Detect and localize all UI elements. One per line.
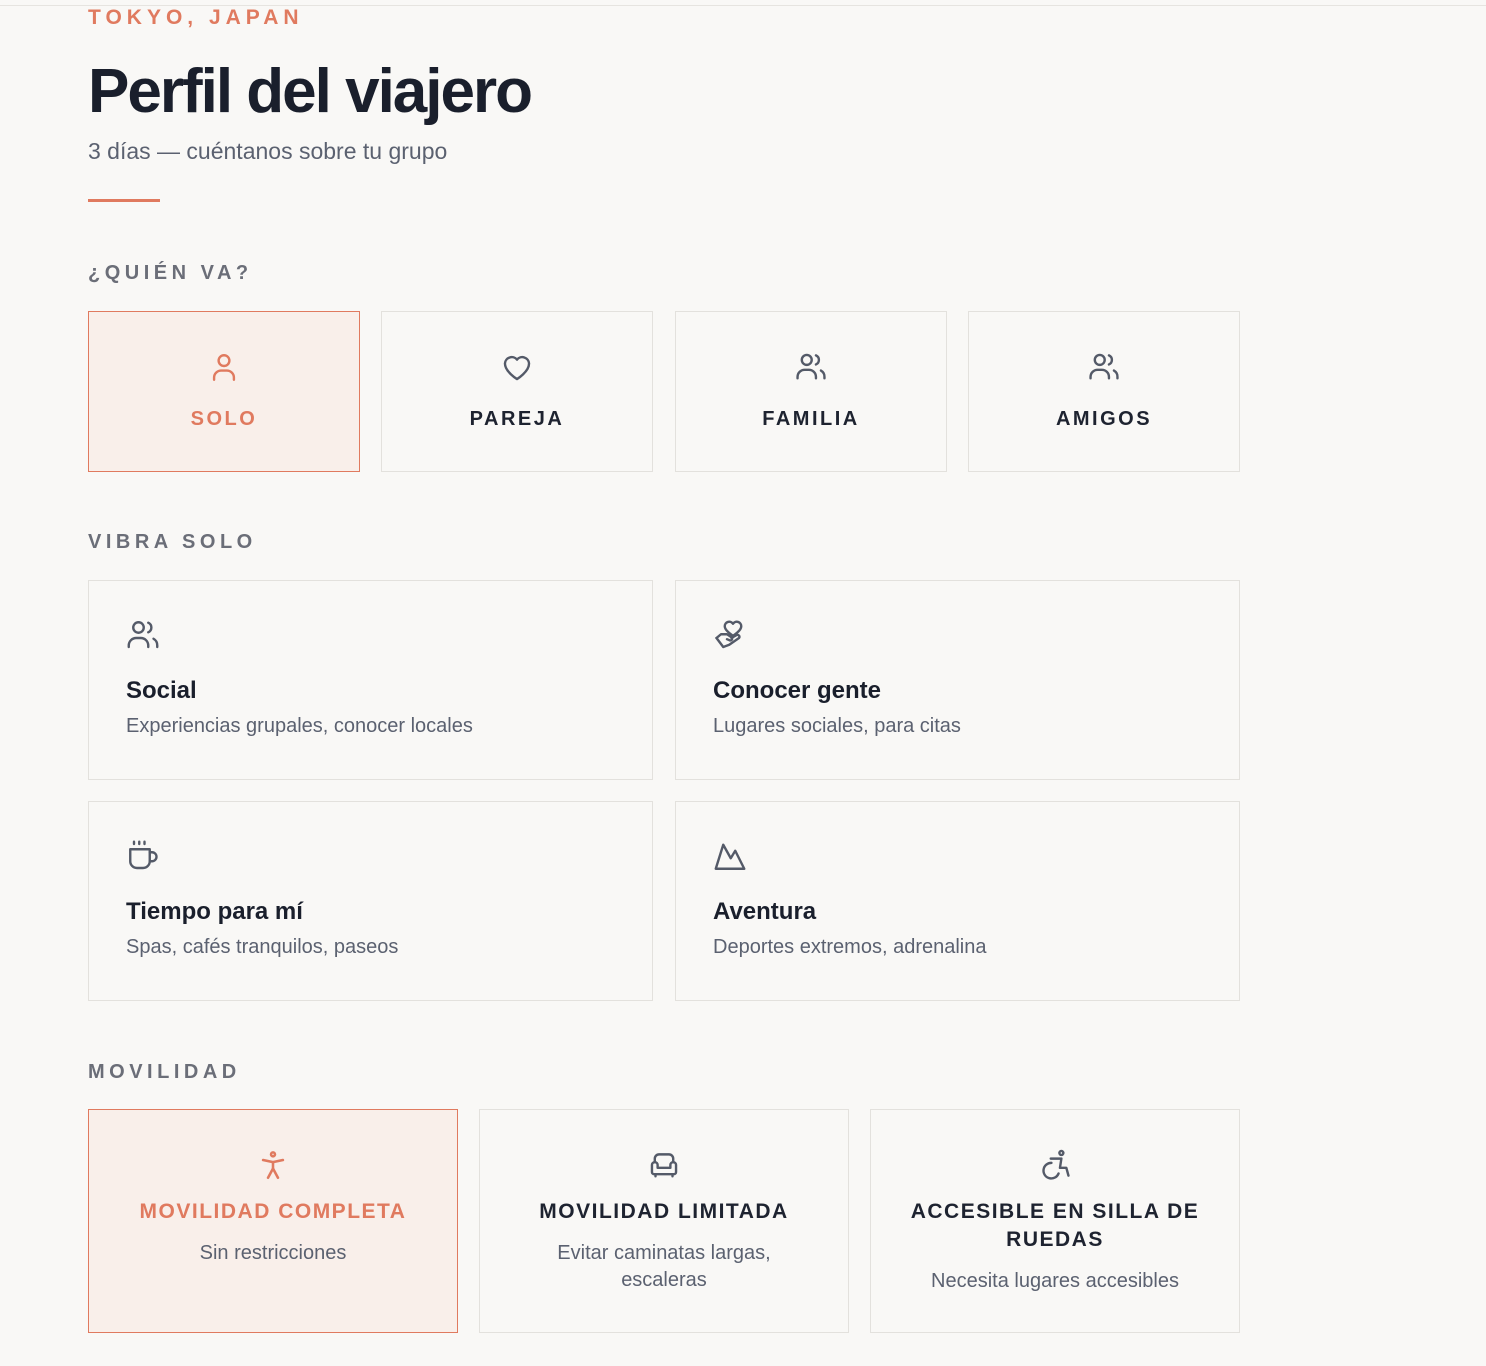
who-option-label: PAREJA bbox=[469, 408, 565, 430]
vibe-option-aventura[interactable]: Aventura Deportes extremos, adrenalina bbox=[675, 801, 1240, 1001]
mobility-option-completa[interactable]: MOVILIDAD COMPLETA Sin restricciones bbox=[88, 1109, 458, 1333]
who-option-pareja[interactable]: PAREJA bbox=[381, 311, 653, 472]
vibe-option-title: Tiempo para mí bbox=[126, 898, 303, 925]
mobility-option-title: ACCESIBLE EN SILLA DE RUEDAS bbox=[910, 1200, 1200, 1251]
section-label-vibe: VIBRA SOLO bbox=[88, 531, 257, 553]
accent-divider bbox=[88, 199, 160, 202]
vibe-option-conocer-gente[interactable]: Conocer gente Lugares sociales, para cit… bbox=[675, 580, 1240, 780]
mobility-option-title: MOVILIDAD COMPLETA bbox=[139, 1200, 407, 1223]
vibe-option-tiempo-para-mi[interactable]: Tiempo para mí Spas, cafés tranquilos, p… bbox=[88, 801, 653, 1001]
wheelchair-icon bbox=[1038, 1148, 1072, 1182]
users-icon bbox=[125, 617, 161, 653]
armchair-icon bbox=[647, 1148, 681, 1182]
who-option-label: SOLO bbox=[190, 408, 258, 430]
who-option-label: FAMILIA bbox=[762, 408, 860, 430]
who-option-solo[interactable]: SOLO bbox=[88, 311, 360, 472]
destination-label: TOKYO, JAPAN bbox=[88, 6, 304, 29]
heart-icon bbox=[500, 350, 534, 384]
mobility-option-description: Sin restricciones bbox=[199, 1242, 347, 1264]
coffee-icon bbox=[125, 838, 161, 874]
section-label-who: ¿QUIÉN VA? bbox=[88, 262, 253, 284]
section-label-mobility: MOVILIDAD bbox=[88, 1061, 241, 1083]
users-icon bbox=[794, 350, 828, 384]
who-option-familia[interactable]: FAMILIA bbox=[675, 311, 947, 472]
vibe-option-social[interactable]: Social Experiencias grupales, conocer lo… bbox=[88, 580, 653, 780]
user-icon bbox=[207, 350, 241, 384]
vibe-option-description: Lugares sociales, para citas bbox=[713, 715, 961, 737]
vibe-option-title: Aventura bbox=[713, 898, 817, 925]
page-subtitle: 3 días — cuéntanos sobre tu grupo bbox=[88, 138, 448, 164]
who-option-label: AMIGOS bbox=[1055, 408, 1153, 430]
vibe-option-description: Experiencias grupales, conocer locales bbox=[126, 715, 473, 737]
mountain-icon bbox=[712, 838, 748, 874]
users-icon bbox=[1087, 350, 1121, 384]
vibe-option-description: Deportes extremos, adrenalina bbox=[713, 936, 987, 958]
vibe-option-title: Conocer gente bbox=[713, 677, 882, 704]
vibe-option-title: Social bbox=[126, 677, 197, 704]
mobility-option-limitada[interactable]: MOVILIDAD LIMITADA Evitar caminatas larg… bbox=[479, 1109, 849, 1333]
mobility-option-description: Evitar caminatas largas, escaleras bbox=[557, 1242, 771, 1291]
heart-handshake-icon bbox=[712, 617, 748, 653]
mobility-option-title: MOVILIDAD LIMITADA bbox=[539, 1200, 789, 1223]
mobility-option-description: Necesita lugares accesibles bbox=[931, 1270, 1179, 1292]
page-title: Perfil del viajero bbox=[88, 57, 533, 126]
mobility-option-silla[interactable]: ACCESIBLE EN SILLA DE RUEDAS Necesita lu… bbox=[870, 1109, 1240, 1333]
vibe-option-description: Spas, cafés tranquilos, paseos bbox=[126, 936, 399, 958]
accessibility-person-icon bbox=[256, 1148, 290, 1182]
who-option-amigos[interactable]: AMIGOS bbox=[968, 311, 1240, 472]
